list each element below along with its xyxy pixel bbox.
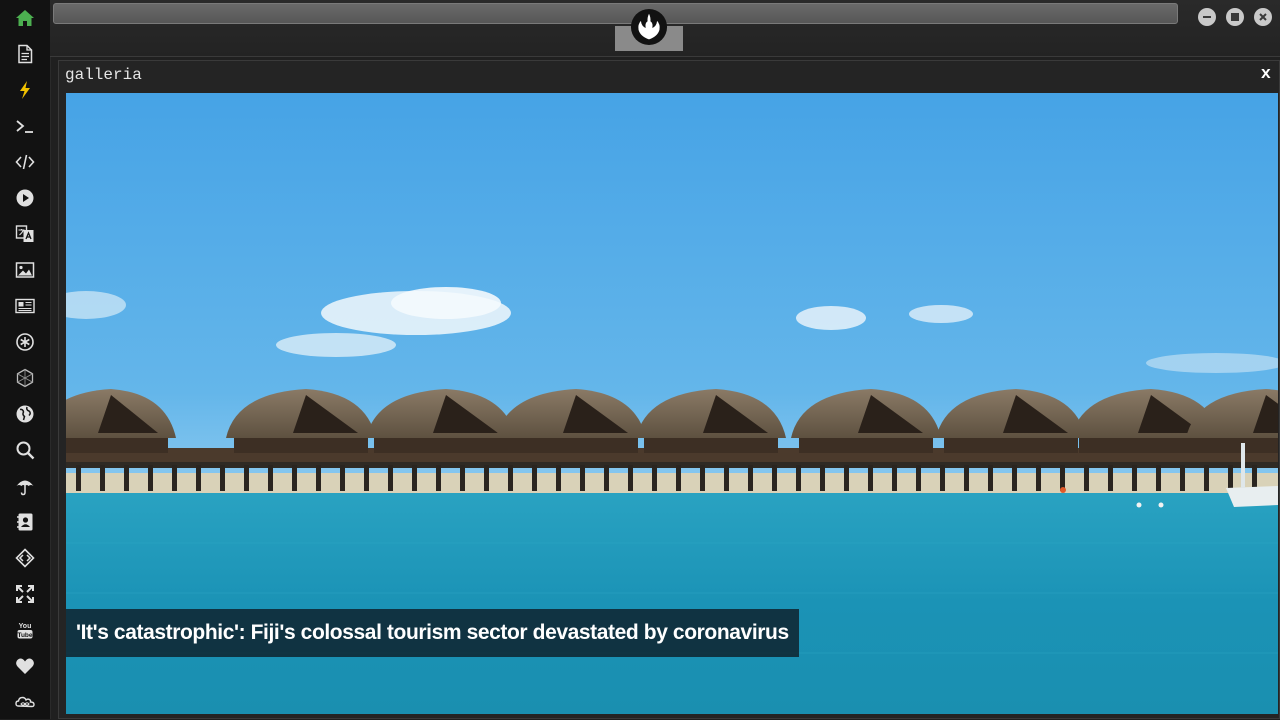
top-bar <box>50 0 1280 57</box>
image-icon <box>15 262 35 278</box>
fullscreen-icon <box>16 585 34 603</box>
globe-button[interactable] <box>0 396 50 432</box>
close-window-button[interactable] <box>1254 8 1272 26</box>
home-icon <box>16 10 34 26</box>
gallery-close-button[interactable]: x <box>1261 64 1271 86</box>
left-dock: You Tube <box>0 0 51 719</box>
maximize-icon <box>1231 13 1239 21</box>
heart-button[interactable] <box>0 648 50 684</box>
contact-book-button[interactable] <box>0 504 50 540</box>
home-button[interactable] <box>0 0 50 36</box>
svg-text:You: You <box>19 623 32 630</box>
lightning-button[interactable] <box>0 72 50 108</box>
maximize-button[interactable] <box>1226 8 1244 26</box>
search-icon <box>16 441 35 460</box>
photo-caption: 'It's catastrophic': Fiji's colossal tou… <box>66 609 799 657</box>
diamond-code-button[interactable] <box>0 540 50 576</box>
code-button[interactable] <box>0 144 50 180</box>
window-title: galleria <box>65 66 142 84</box>
infinity-cloud-button[interactable] <box>0 684 50 720</box>
minimize-icon <box>1203 16 1211 18</box>
search-button[interactable] <box>0 432 50 468</box>
umbrella-button[interactable] <box>0 468 50 504</box>
hexagon-icon <box>16 368 34 388</box>
translate-button[interactable] <box>0 216 50 252</box>
globe-icon <box>16 405 34 423</box>
newspaper-button[interactable] <box>0 288 50 324</box>
diamond-code-icon <box>15 548 35 568</box>
document-button[interactable] <box>0 36 50 72</box>
play-button[interactable] <box>0 180 50 216</box>
address-bar[interactable] <box>53 3 1178 24</box>
youtube-button[interactable]: You Tube <box>0 612 50 648</box>
image-button[interactable] <box>0 252 50 288</box>
infinity-cloud-icon <box>15 696 35 708</box>
heart-icon <box>16 658 34 674</box>
asterisk-badge-icon <box>16 333 34 351</box>
minimize-button[interactable] <box>1198 8 1216 26</box>
play-icon <box>16 189 34 207</box>
newspaper-icon <box>15 298 35 314</box>
translate-icon <box>15 225 34 242</box>
terminal-icon <box>16 120 33 133</box>
svg-text:Tube: Tube <box>17 632 32 639</box>
document-icon <box>18 44 33 64</box>
contact-book-icon <box>17 513 33 531</box>
asterisk-badge-button[interactable] <box>0 324 50 360</box>
terminal-button[interactable] <box>0 108 50 144</box>
fullscreen-button[interactable] <box>0 576 50 612</box>
rebel-alliance-logo-icon <box>630 8 668 46</box>
lightning-icon <box>20 81 30 99</box>
gallery-window: galleria x 'It's catastrophic': Fiji's c… <box>58 60 1280 719</box>
close-icon <box>1259 13 1267 21</box>
hexagon-button[interactable] <box>0 360 50 396</box>
youtube-icon: You Tube <box>17 623 32 639</box>
umbrella-icon <box>16 480 34 496</box>
code-icon <box>15 154 35 170</box>
